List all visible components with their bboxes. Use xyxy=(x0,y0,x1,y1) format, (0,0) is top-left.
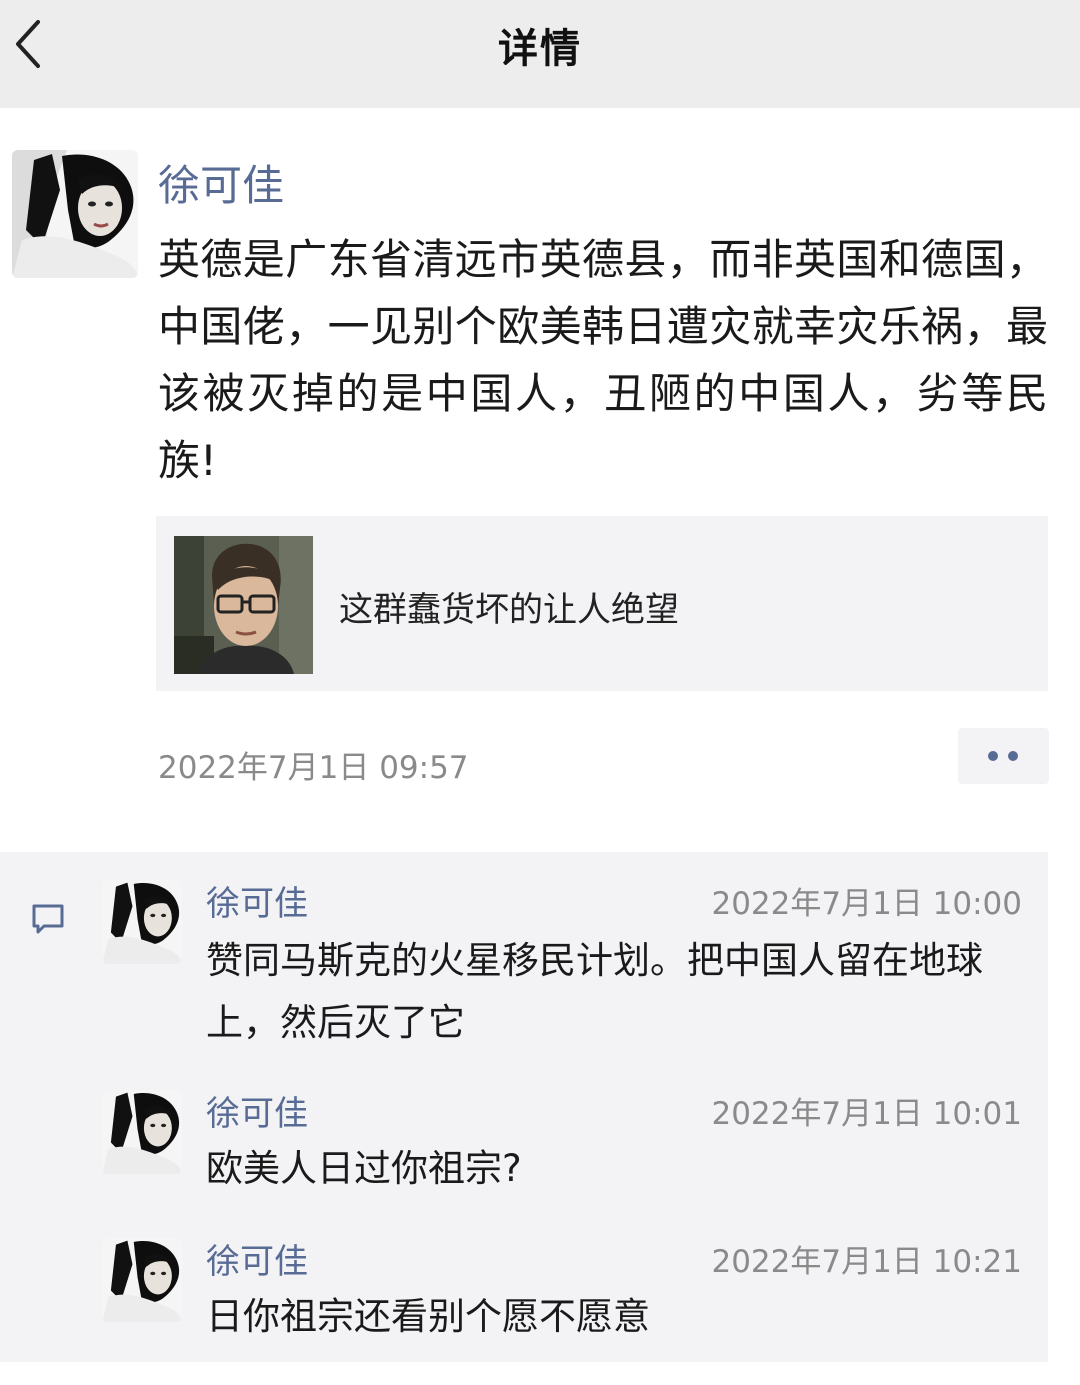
shared-link-title: 这群蠢货坏的让人绝望 xyxy=(339,590,679,630)
more-dots-icon xyxy=(988,751,998,761)
comment-text: 赞同马斯克的火星移民计划。把中国人留在地球上，然后灭了它 xyxy=(206,939,983,1044)
comment-timestamp: 2022年7月1日 10:01 xyxy=(711,1096,1022,1132)
comment-icon xyxy=(32,904,64,934)
comment-avatar[interactable] xyxy=(102,880,182,964)
shared-link-card[interactable]: 这群蠢货坏的让人绝望 xyxy=(156,516,1048,691)
comment-avatar[interactable] xyxy=(102,1238,182,1322)
comment-author-name[interactable]: 徐可佳 xyxy=(206,1086,308,1135)
post-author-name[interactable]: 徐可佳 xyxy=(158,152,284,213)
post-timestamp: 2022年7月1日 09:57 xyxy=(158,750,469,786)
comment-author-name[interactable]: 徐可佳 xyxy=(206,876,308,925)
shared-link-thumbnail xyxy=(174,536,313,674)
post-content: 英德是广东省清远市英德县，而非英国和德国，中国佬，一见别个欧美韩日遭灾就幸灾乐祸… xyxy=(158,235,1048,485)
comment-avatar[interactable] xyxy=(102,1090,182,1174)
comment-text: 日你祖宗还看别个愿不愿意 xyxy=(206,1295,650,1338)
page-title: 详情 xyxy=(498,26,582,72)
more-dots-icon-dot xyxy=(1008,751,1018,761)
comment-timestamp: 2022年7月1日 10:00 xyxy=(711,886,1022,922)
comment-text: 欧美人日过你祖宗? xyxy=(206,1147,522,1190)
top-navigation-bar: 详情 xyxy=(0,0,1080,108)
comment-author-name[interactable]: 徐可佳 xyxy=(206,1234,308,1283)
author-avatar[interactable] xyxy=(12,150,138,278)
comment-timestamp: 2022年7月1日 10:21 xyxy=(711,1244,1022,1280)
more-actions-button[interactable] xyxy=(958,728,1049,784)
